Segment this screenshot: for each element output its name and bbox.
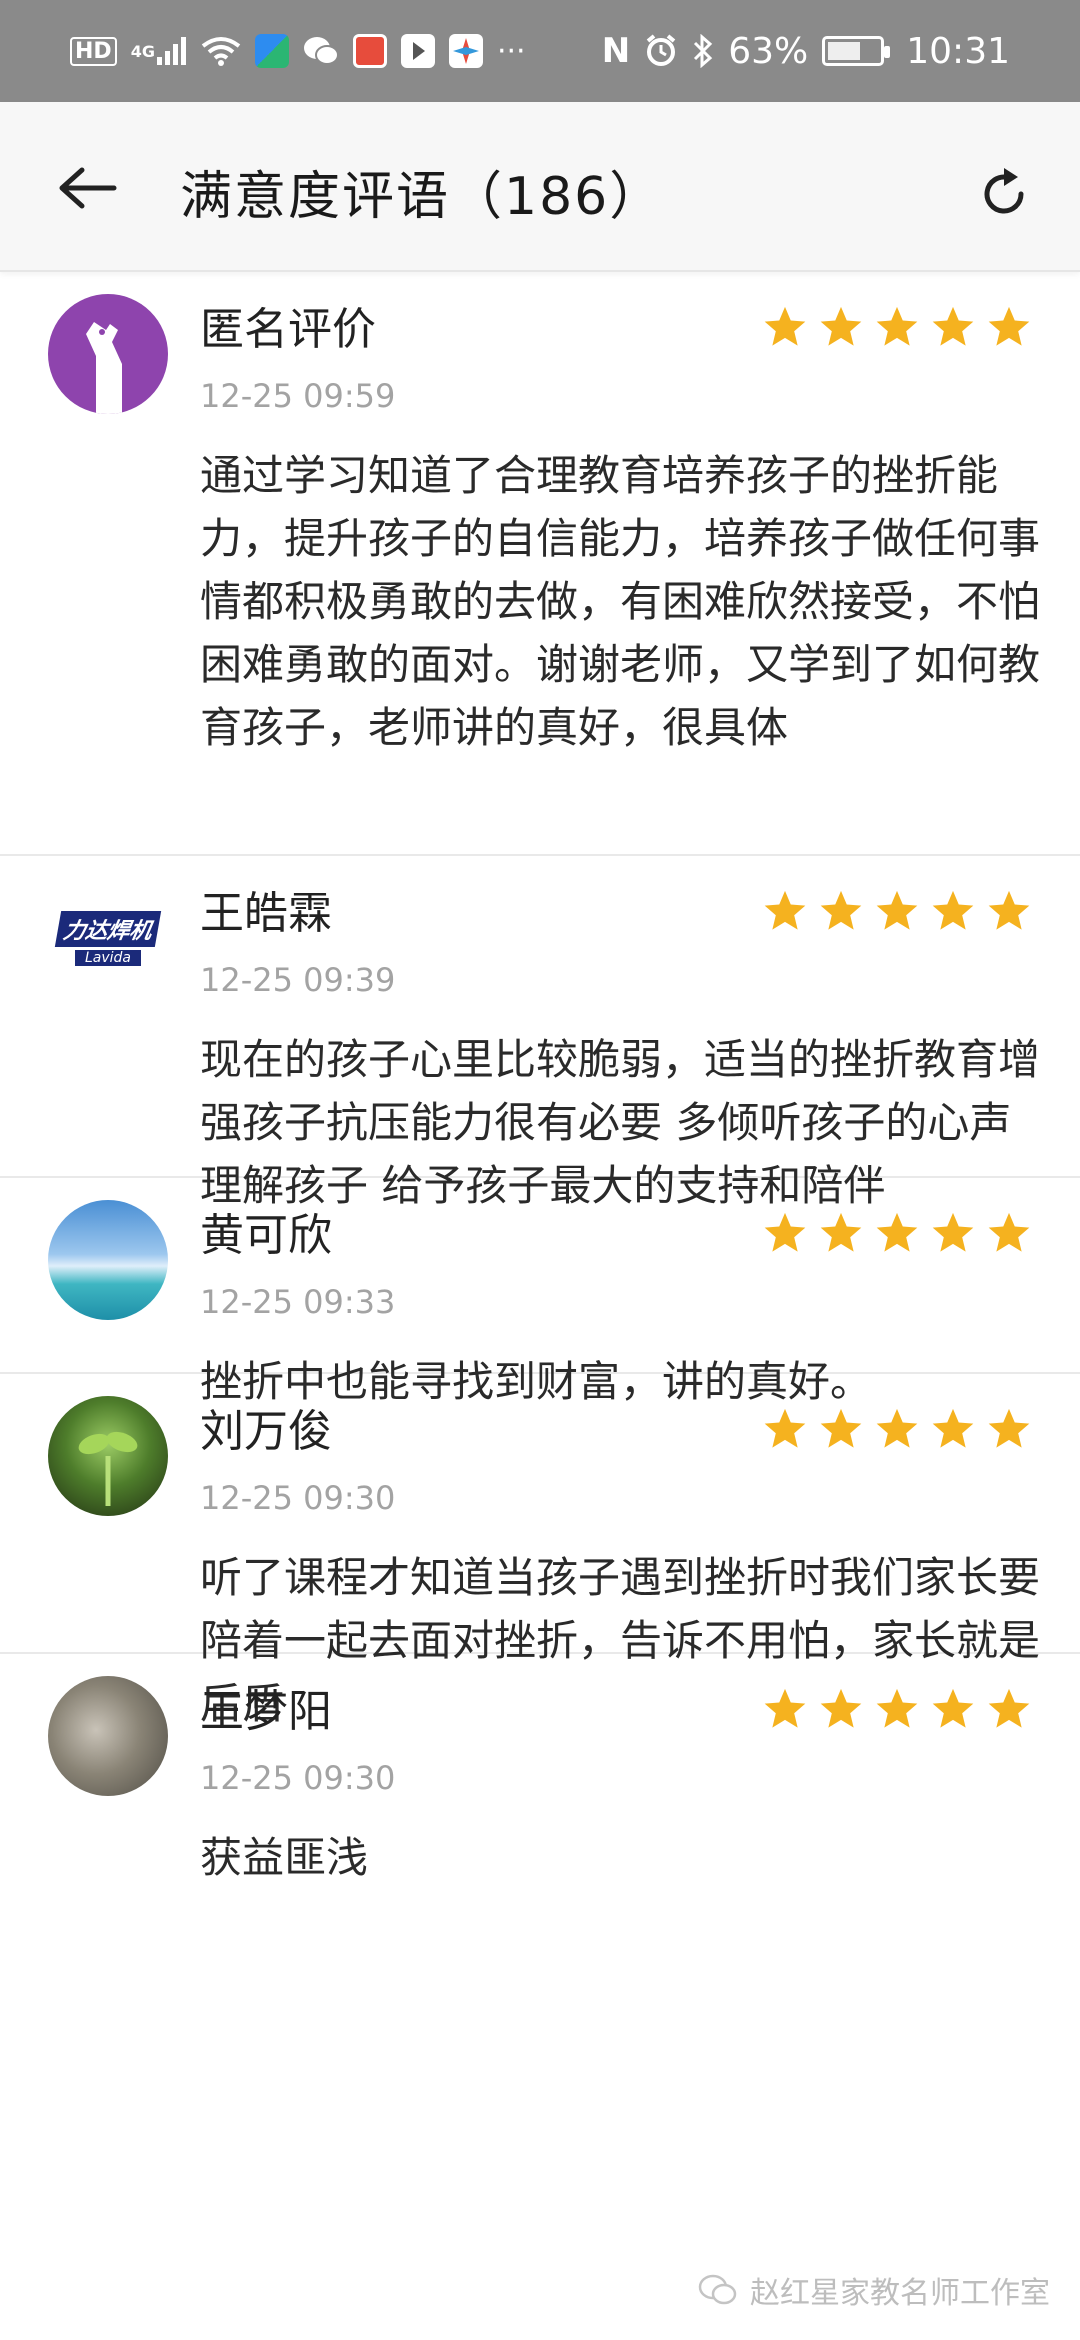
star-icon	[876, 1688, 918, 1728]
status-right: N 63% 10:31	[602, 31, 1010, 72]
bluetooth-icon	[692, 34, 714, 68]
app-header: 满意度评语（186）	[0, 102, 1080, 272]
review-item[interactable]: 力达焊机 Lavida 王皓霖 12-25 09:39 现在的孩子心里比较脆弱，…	[0, 856, 1080, 1210]
battery-icon	[822, 36, 891, 66]
review-time: 12-25 09:30	[200, 1759, 396, 1797]
hd-icon: HD	[70, 36, 117, 66]
arrow-left-icon	[59, 167, 117, 209]
avatar-logo-subtext: Lavida	[74, 949, 142, 966]
battery-fill	[828, 42, 860, 60]
rating-stars	[762, 1686, 1032, 1732]
star-icon	[988, 890, 1030, 930]
star-icon	[764, 1212, 806, 1252]
star-icon	[932, 890, 974, 930]
back-button[interactable]	[48, 148, 128, 228]
app-icon	[254, 34, 289, 68]
star-icon	[820, 306, 862, 346]
star-icon	[764, 1688, 806, 1728]
status-time: 10:31	[906, 30, 1010, 72]
nfc-icon: N	[601, 31, 631, 71]
sprout-icon	[78, 1431, 138, 1506]
network-label: 4G	[130, 41, 155, 61]
star-icon	[988, 306, 1030, 346]
rating-stars	[762, 1406, 1032, 1452]
star-icon	[820, 1408, 862, 1448]
page-title: 满意度评语（186）	[180, 167, 664, 227]
star-icon	[876, 890, 918, 930]
star-icon	[820, 1212, 862, 1252]
star-icon	[820, 1688, 862, 1728]
review-item[interactable]: 匿名评价 12-25 09:59 通过学习知道了合理教育培养孩子的挫折能力，提升…	[0, 272, 1080, 856]
star-icon	[988, 1408, 1030, 1448]
star-icon	[932, 1408, 974, 1448]
rating-stars	[762, 1210, 1032, 1256]
star-icon	[876, 1408, 918, 1448]
wechat-icon	[303, 35, 339, 67]
star-icon	[820, 890, 862, 930]
review-list: 匿名评价 12-25 09:59 通过学习知道了合理教育培养孩子的挫折能力，提升…	[0, 272, 1080, 1914]
star-icon	[932, 306, 974, 346]
browser-icon	[448, 34, 483, 68]
star-icon	[876, 1212, 918, 1252]
rating-stars	[762, 304, 1032, 350]
star-icon	[988, 1212, 1030, 1252]
avatar-logo-text: 力达焊机	[54, 910, 162, 947]
wifi-icon	[201, 36, 241, 66]
status-left: HD 4G ···	[70, 34, 526, 69]
review-time: 12-25 09:39	[200, 961, 396, 999]
app-icon	[352, 34, 387, 68]
avatar: 力达焊机 Lavida	[48, 878, 168, 998]
star-icon	[988, 1688, 1030, 1728]
avatar	[48, 1676, 168, 1796]
review-content: 获益匪浅	[200, 1833, 369, 1882]
wechat-icon	[698, 2274, 737, 2305]
status-bar: HD 4G ··· N 63% 10:31	[0, 0, 1080, 102]
star-icon	[932, 1212, 974, 1252]
rating-stars	[762, 888, 1032, 934]
review-content: 通过学习知道了合理教育培养孩子的挫折能力，提升孩子的自信能力，培养孩子做任何事情…	[200, 451, 1041, 752]
refresh-button[interactable]	[964, 154, 1044, 234]
more-icon: ···	[496, 33, 526, 69]
review-time: 12-25 09:59	[200, 377, 396, 415]
review-item[interactable]: 黄可欣 12-25 09:33 挫折中也能寻找到财富，讲的真好。	[0, 1178, 1080, 1406]
watermark: 赵红星家教名师工作室	[698, 2268, 1050, 2312]
avatar	[48, 294, 168, 414]
star-icon	[876, 306, 918, 346]
review-time: 12-25 09:30	[200, 1479, 396, 1517]
refresh-icon	[984, 168, 1024, 214]
avatar	[48, 1396, 168, 1516]
review-item[interactable]: 刘万俊 12-25 09:30 听了课程才知道当孩子遇到挫折时我们家长要陪着一起…	[0, 1374, 1080, 1728]
alarm-icon	[644, 34, 678, 68]
app-icon	[400, 34, 435, 68]
review-item[interactable]: 王梦阳 12-25 09:30 获益匪浅	[0, 1654, 1080, 1914]
star-icon	[764, 890, 806, 930]
4g-signal-icon: 4G	[131, 37, 187, 65]
giraffe-icon	[86, 322, 122, 414]
battery-percent: 63%	[728, 30, 809, 72]
star-icon	[932, 1688, 974, 1728]
watermark-text: 赵红星家教名师工作室	[750, 2276, 1050, 2311]
star-icon	[764, 1408, 806, 1448]
star-icon	[764, 306, 806, 346]
avatar	[48, 1200, 168, 1320]
review-time: 12-25 09:33	[200, 1283, 396, 1321]
